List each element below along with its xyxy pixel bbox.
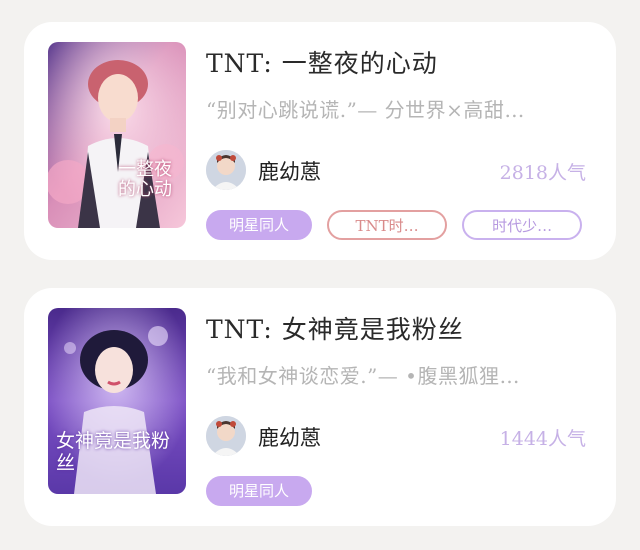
tag-chip[interactable]: 明星同人 <box>206 210 312 240</box>
author-name[interactable]: 鹿幼蒽 <box>258 422 321 452</box>
author-avatar[interactable] <box>206 416 246 456</box>
author-name[interactable]: 鹿幼蒽 <box>258 156 321 186</box>
author-row[interactable]: 鹿幼蒽 2818人气 <box>206 150 586 192</box>
book-card[interactable]: 女神竟是我粉丝 TNT: 女神竟是我粉丝 “我和女神谈恋爱.”— •腹黑狐狸… … <box>24 288 616 526</box>
author-avatar[interactable] <box>206 150 246 190</box>
popularity-count: 1444人气 <box>499 428 586 450</box>
book-description: “我和女神谈恋爱.”— •腹黑狐狸… <box>206 364 520 388</box>
book-cover-image[interactable]: 女神竟是我粉丝 <box>48 308 186 494</box>
book-cover-image[interactable]: 一整夜的心动 <box>48 42 186 228</box>
popularity-count: 2818人气 <box>499 162 586 184</box>
book-title[interactable]: TNT: 女神竟是我粉丝 <box>206 310 464 346</box>
book-title[interactable]: TNT: 一整夜的心动 <box>206 44 438 80</box>
author-row[interactable]: 鹿幼蒽 1444人气 <box>206 416 586 458</box>
cover-title: 女神竟是我粉丝 <box>56 430 171 474</box>
tag-list: 明星同人 TNT时… 时代少… <box>206 210 592 240</box>
book-card[interactable]: 一整夜的心动 TNT: 一整夜的心动 “别对心跳说谎.”— 分世界×高甜… 鹿幼… <box>24 22 616 260</box>
book-description: “别对心跳说谎.”— 分世界×高甜… <box>206 98 525 122</box>
tag-chip[interactable]: TNT时… <box>327 210 448 240</box>
cover-title: 一整夜的心动 <box>118 159 172 200</box>
tag-list: 明星同人 <box>206 476 322 506</box>
tag-chip[interactable]: 时代少… <box>462 210 583 240</box>
tag-chip[interactable]: 明星同人 <box>206 476 312 506</box>
